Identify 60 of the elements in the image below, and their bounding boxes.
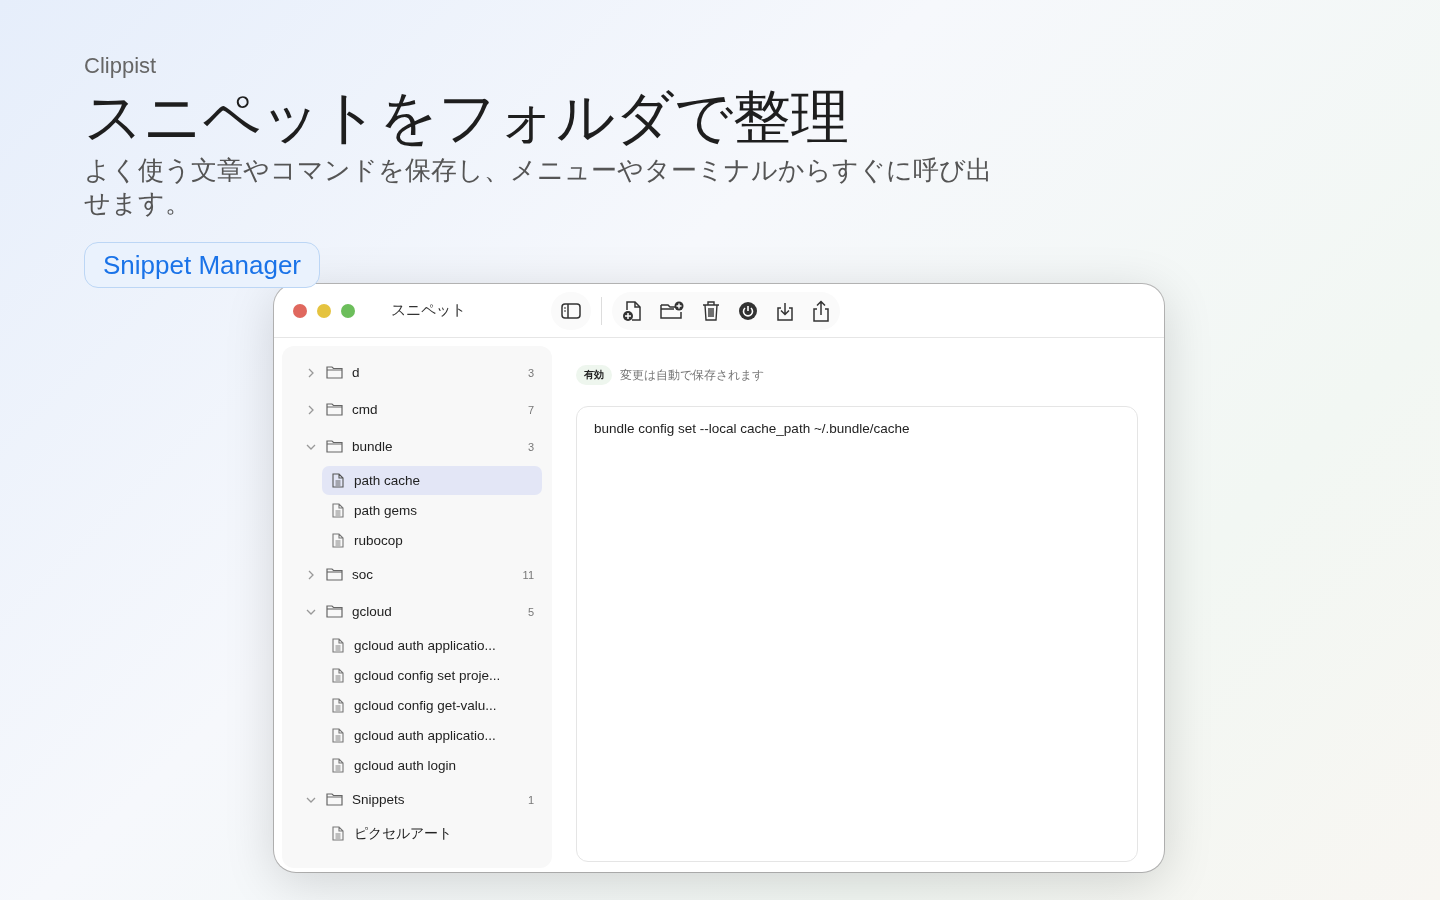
document-icon xyxy=(332,698,344,713)
item-count: 11 xyxy=(522,568,534,581)
folder-item[interactable]: cmd 7 xyxy=(306,391,536,428)
new-folder-icon xyxy=(660,300,684,321)
headline: スニペットをフォルダで整理 xyxy=(84,84,850,150)
folder-item[interactable]: Snippets 1 xyxy=(306,781,536,818)
share-icon xyxy=(812,299,830,322)
document-icon xyxy=(332,638,344,653)
document-icon xyxy=(332,668,344,683)
item-count: 3 xyxy=(527,440,534,453)
snippet-item[interactable]: path gems xyxy=(322,496,542,525)
snippet-item[interactable]: gcloud config set proje... xyxy=(322,661,542,690)
document-icon xyxy=(332,728,344,743)
new-file-button[interactable] xyxy=(612,291,651,330)
chevron-right-icon[interactable] xyxy=(306,569,316,580)
sidebar-toggle-button[interactable] xyxy=(551,291,591,330)
snippet-item[interactable]: gcloud auth login xyxy=(322,751,542,780)
autosave-note: 変更は自動で保存されます xyxy=(620,367,764,383)
item-count: 1 xyxy=(527,793,534,806)
power-icon xyxy=(738,300,758,321)
document-icon xyxy=(332,503,344,518)
folder-item[interactable]: bundle 3 xyxy=(306,428,536,465)
product-badge: Snippet Manager xyxy=(84,242,321,288)
snippet-editor[interactable]: bundle config set --local cache_path ~/.bundle/cache xyxy=(576,406,1138,862)
window-title: スニペット xyxy=(391,301,467,320)
new-file-icon xyxy=(622,299,642,322)
folder-item[interactable]: d 3 xyxy=(306,354,536,391)
snippet-item[interactable]: gcloud auth applicatio... xyxy=(322,631,542,660)
folder-icon xyxy=(326,568,343,581)
sidebar-icon xyxy=(561,302,581,319)
snippet-item[interactable]: gcloud auth applicatio... xyxy=(322,721,542,750)
folder-item[interactable]: gcloud 5 xyxy=(306,593,536,630)
folder-item[interactable]: soc 11 xyxy=(306,556,536,593)
trash-icon xyxy=(702,300,720,321)
download-icon xyxy=(776,300,794,321)
item-count: 7 xyxy=(527,403,534,416)
share-button[interactable] xyxy=(803,291,840,330)
snippet-item[interactable]: ピクセルアート xyxy=(322,819,542,848)
folder-icon xyxy=(326,403,343,416)
zoom-button[interactable] xyxy=(341,303,355,318)
item-count: 5 xyxy=(527,605,534,618)
document-icon xyxy=(332,473,344,488)
document-icon xyxy=(332,826,344,841)
chevron-right-icon[interactable] xyxy=(306,404,316,415)
close-button[interactable] xyxy=(293,303,307,318)
folder-icon xyxy=(326,366,343,379)
snippet-item[interactable]: path cache xyxy=(322,466,542,495)
status-badge: 有効 xyxy=(576,365,612,385)
snippet-item[interactable]: gcloud config get-valu... xyxy=(322,691,542,720)
item-count: 3 xyxy=(527,366,534,379)
app-name: Clippist xyxy=(84,52,158,80)
snippet-item[interactable]: rubocop xyxy=(322,526,542,555)
folder-icon xyxy=(326,793,343,806)
document-icon xyxy=(332,758,344,773)
chevron-right-icon[interactable] xyxy=(306,367,316,378)
subtitle: よく使う文章やコマンドを保存し、メニューやターミナルからすぐに呼び出せます。 xyxy=(84,154,993,220)
folder-icon xyxy=(326,440,343,453)
folder-icon xyxy=(326,605,343,618)
minimize-button[interactable] xyxy=(317,303,331,318)
document-icon xyxy=(332,533,344,548)
